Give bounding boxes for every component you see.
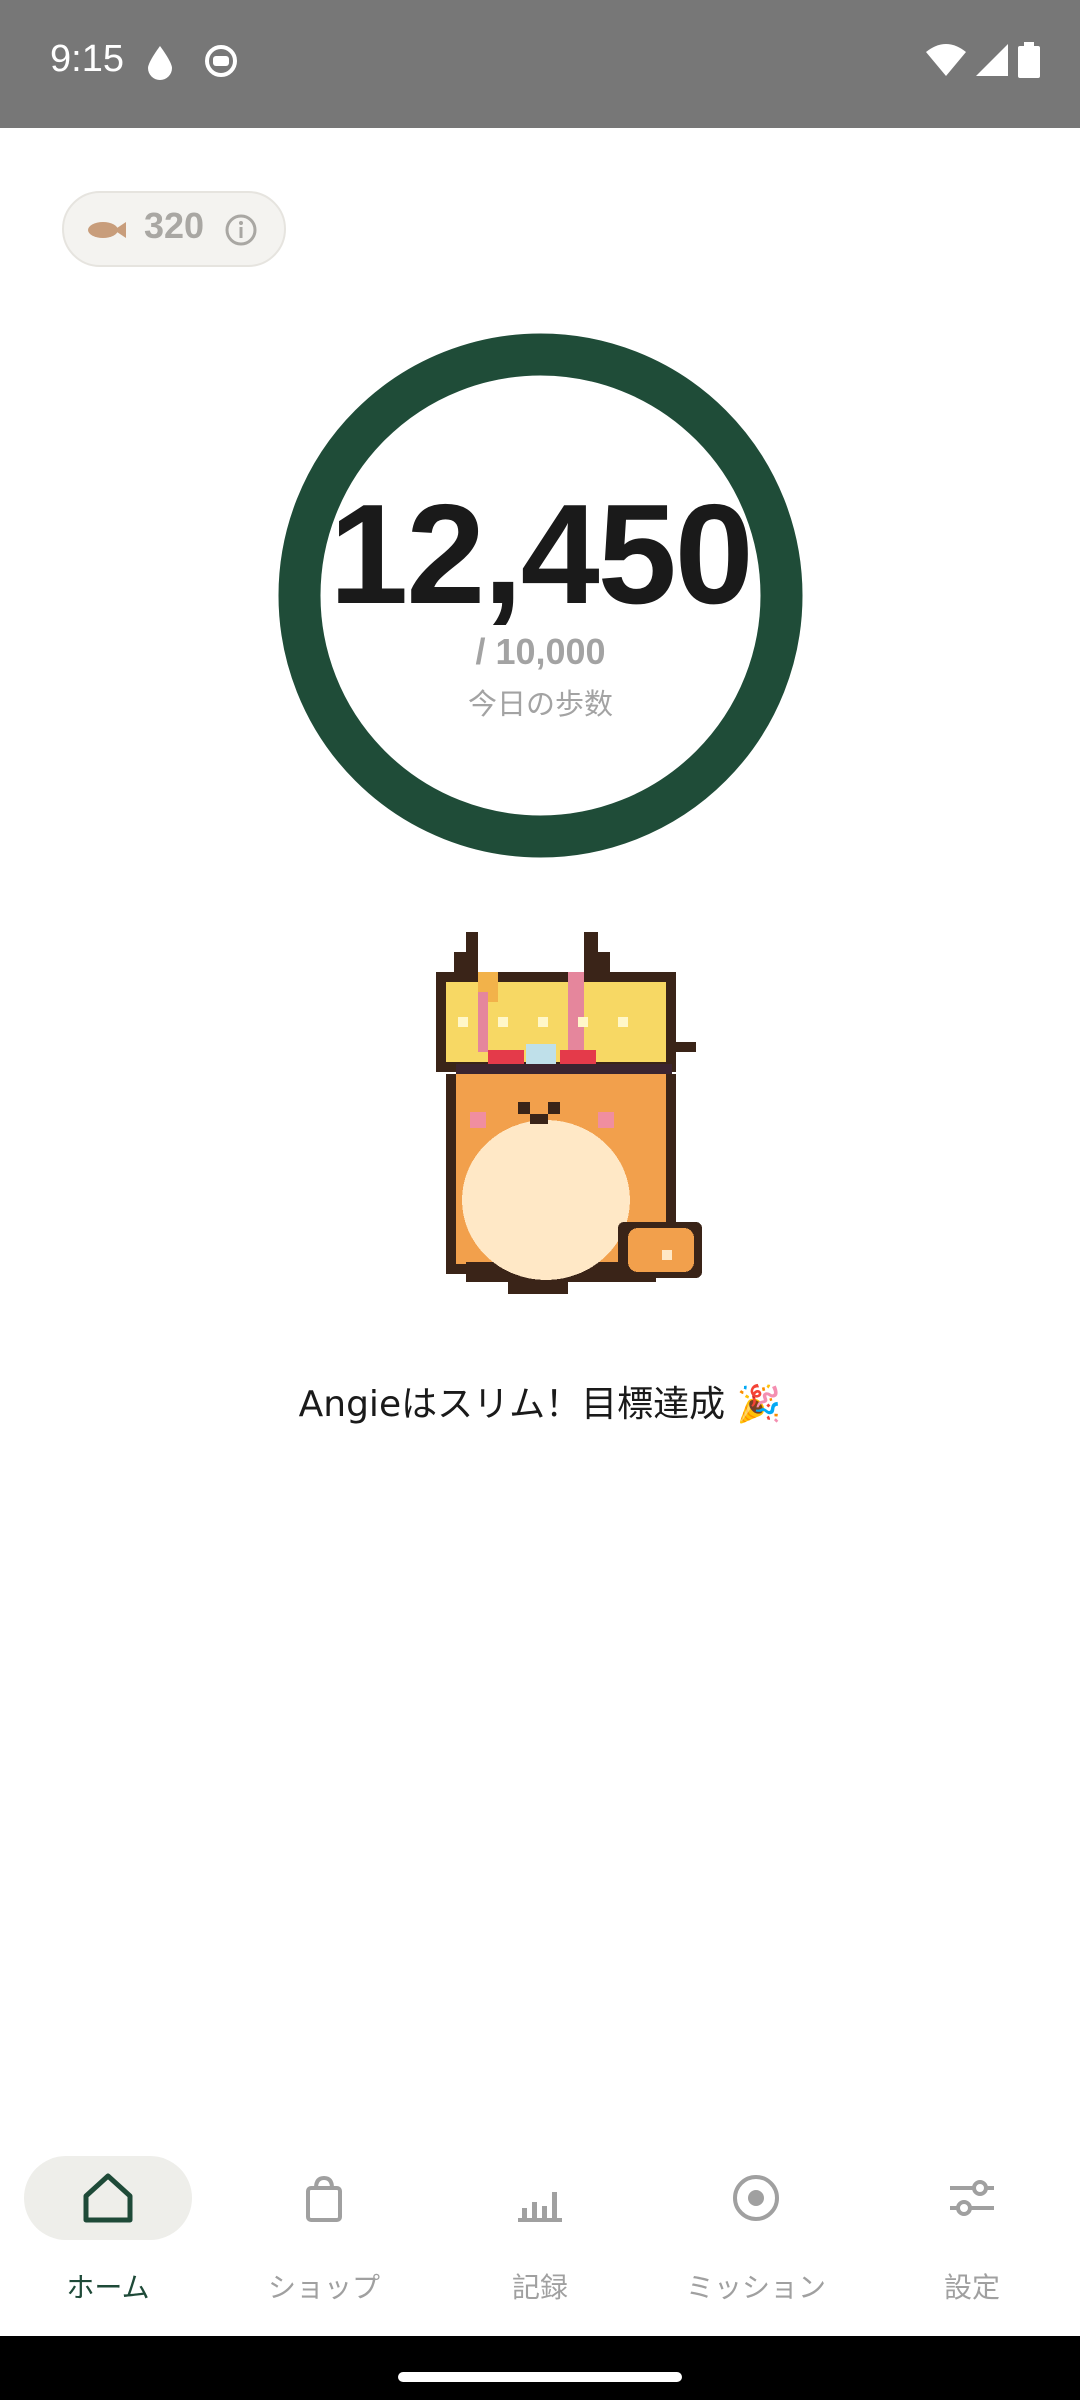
status-bar: 9:15 — [0, 0, 1080, 128]
nav-item-shop[interactable]: ショップ — [216, 2156, 432, 2326]
nav-item-missions[interactable]: ミッション — [648, 2156, 864, 2326]
cell-signal-icon — [976, 44, 1008, 80]
fish-icon — [88, 217, 126, 247]
nav-item-home[interactable]: ホーム — [0, 2156, 216, 2326]
water-drop-icon — [148, 46, 172, 84]
bar-chart-icon — [512, 2170, 568, 2226]
status-indicators — [926, 42, 1040, 82]
coin-value: 320 — [144, 205, 205, 246]
fish-coin-balance[interactable]: 320 — [62, 191, 286, 267]
nav-label-shop: ショップ — [267, 2271, 380, 2304]
wifi-icon — [926, 44, 966, 80]
step-count: 12,450 — [329, 475, 753, 634]
nav-item-settings[interactable]: 設定 — [864, 2156, 1080, 2326]
sliders-icon — [944, 2170, 1000, 2226]
nav-item-records[interactable]: 記録 — [432, 2156, 648, 2326]
shopping-bag-icon — [296, 2170, 352, 2226]
nav-label-records: 記録 — [511, 2271, 568, 2304]
battery-icon — [1018, 42, 1040, 82]
nav-label-settings: 設定 — [943, 2271, 1000, 2304]
nav-label-missions: ミッション — [685, 2271, 826, 2304]
target-icon — [728, 2170, 784, 2226]
cat-face-icon — [204, 44, 238, 82]
bottom-navigation: ホーム ショップ 記録 ミッション 設定 — [0, 2130, 1080, 2336]
steps-label: 今日の歩数 — [467, 687, 613, 721]
home-gesture-handle[interactable] — [398, 2372, 682, 2382]
step-goal: / 10,000 — [475, 631, 606, 672]
pixel-cat-with-crown[interactable] — [418, 932, 712, 1302]
cat-status-message: Angieはスリム！目標達成 🎉 — [298, 1384, 782, 1425]
info-icon[interactable] — [224, 213, 258, 251]
home-icon — [80, 2170, 136, 2226]
status-time: 9:15 — [50, 38, 124, 80]
step-progress-ring: 12,450 / 10,000 今日の歩数 — [278, 333, 803, 858]
cat-crown-image — [436, 932, 702, 1294]
system-gesture-bar — [0, 2336, 1080, 2400]
nav-label-home: ホーム — [66, 2271, 150, 2304]
